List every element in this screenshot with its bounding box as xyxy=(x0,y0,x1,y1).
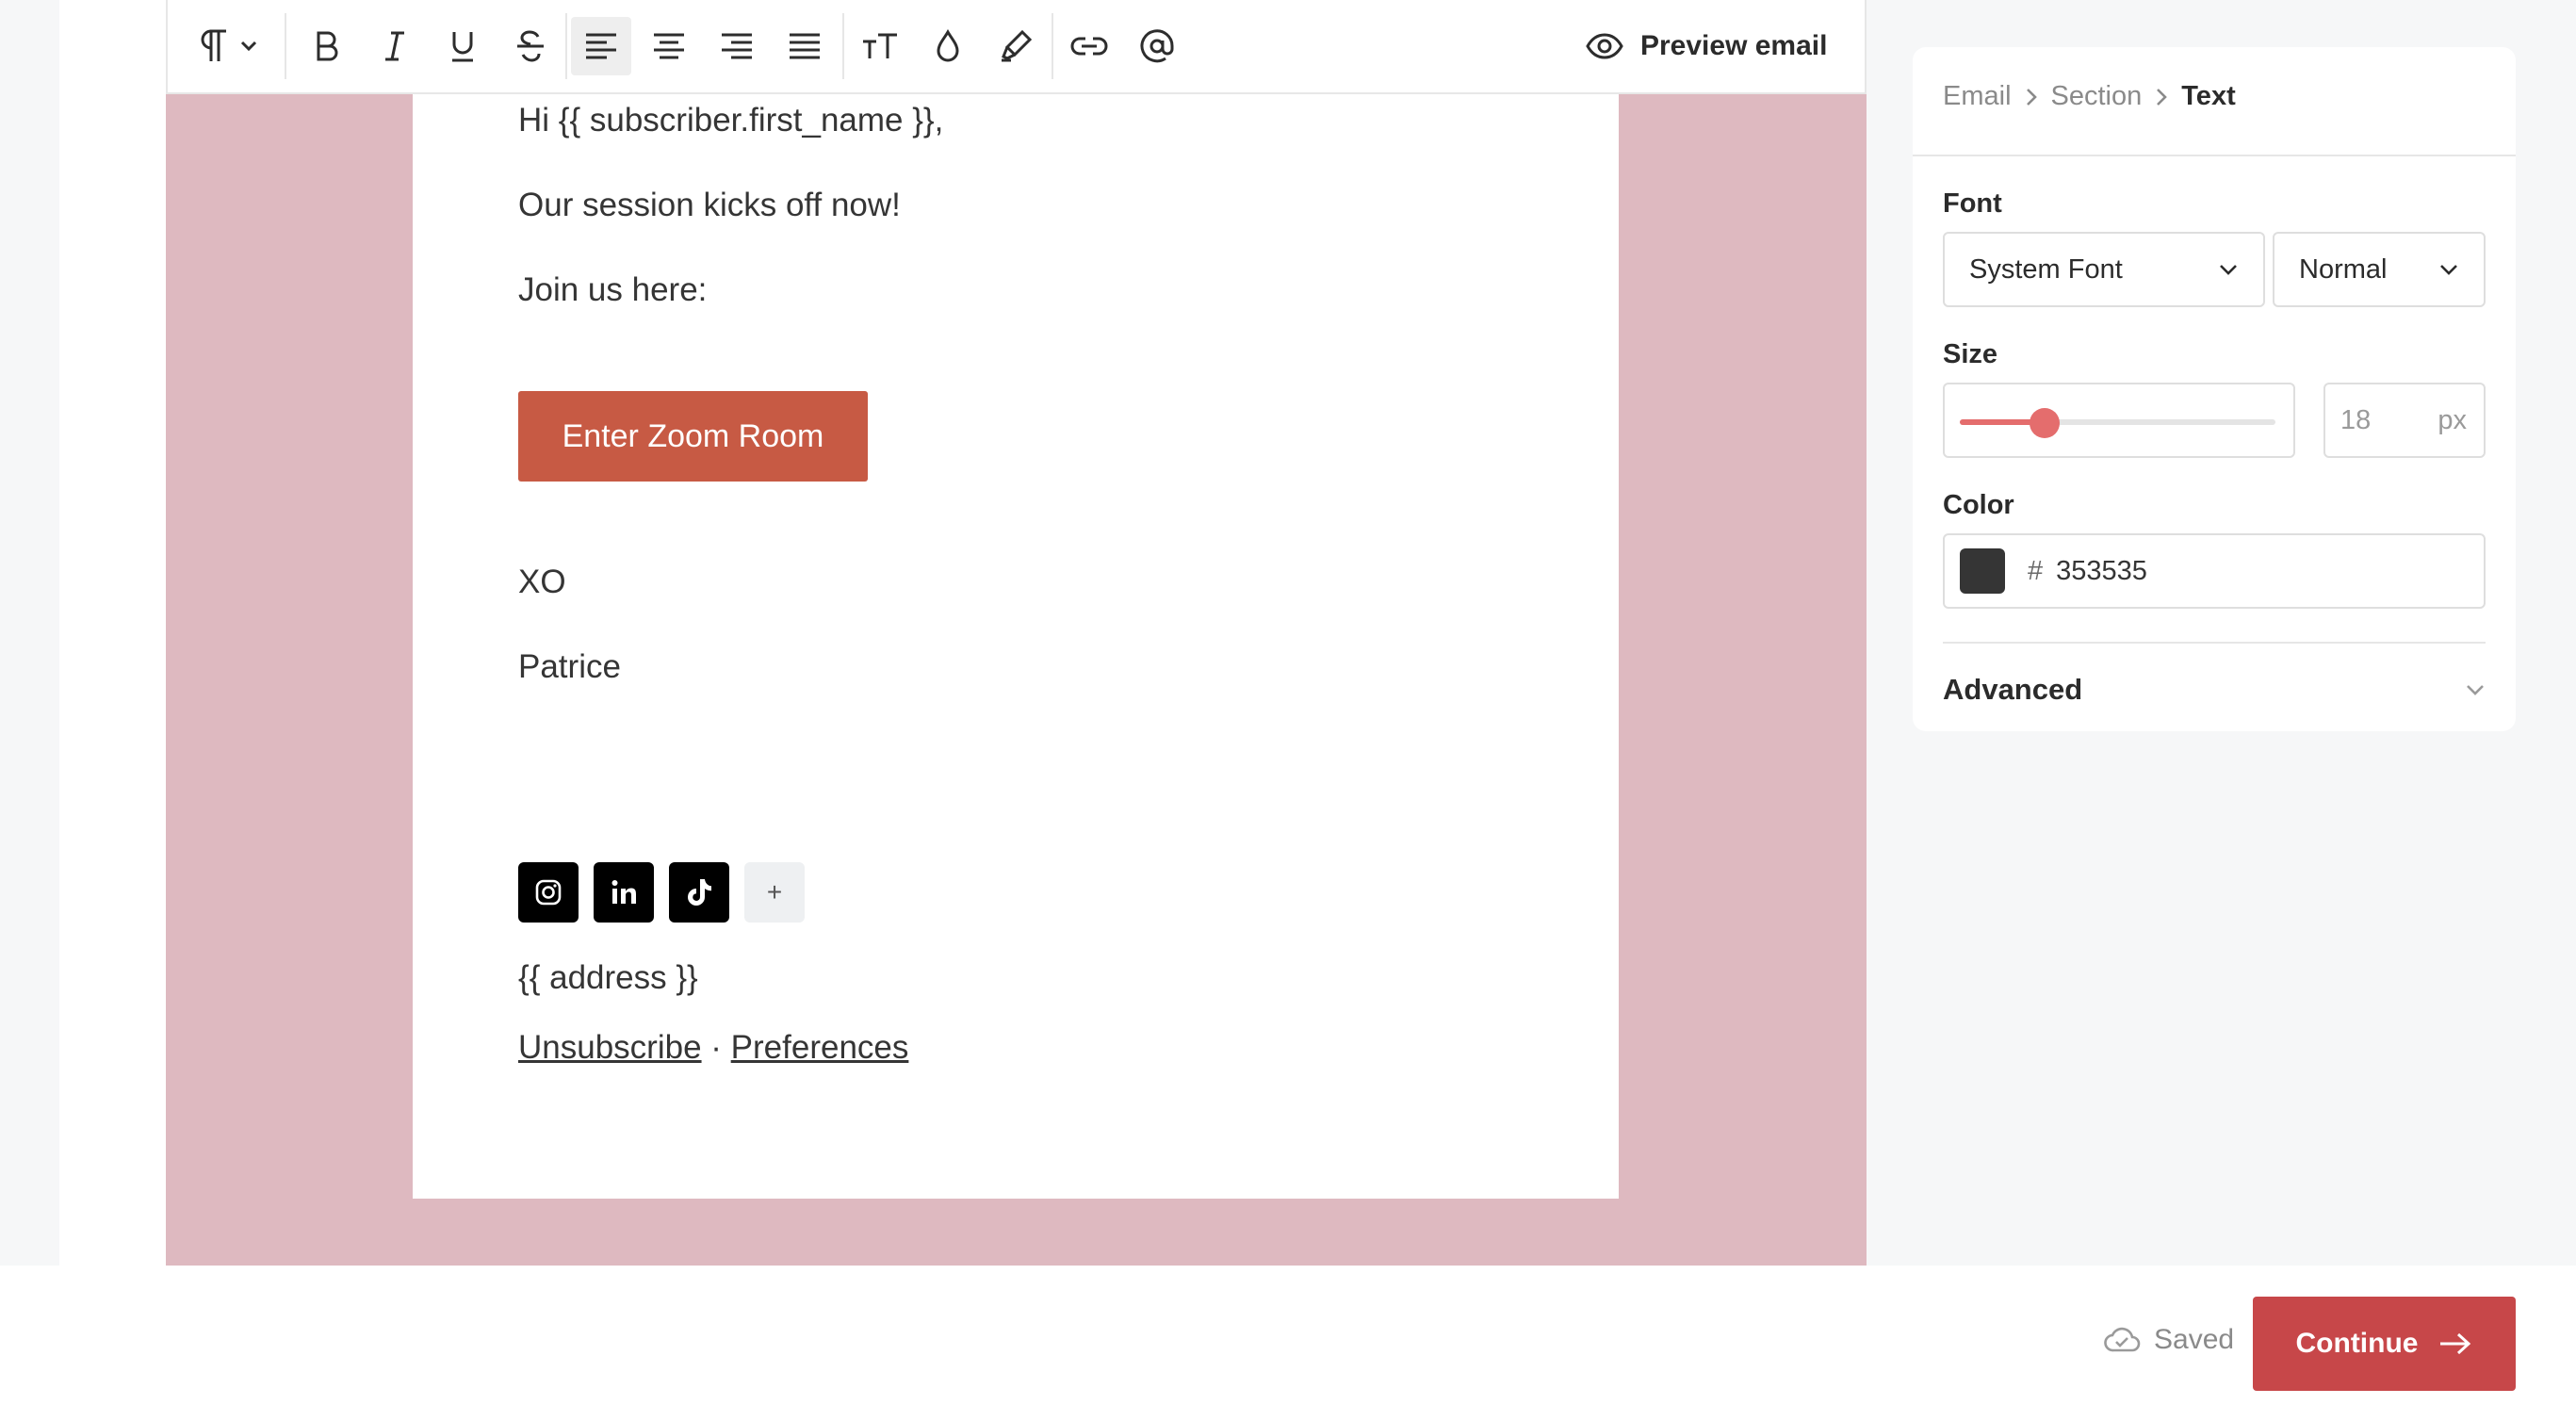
bold-button[interactable] xyxy=(298,17,356,75)
email-signature[interactable]: Patrice xyxy=(518,648,621,686)
editor-column: Preview email Hi {{ subscriber.first_nam… xyxy=(59,0,1867,1266)
unsubscribe-link[interactable]: Unsubscribe xyxy=(518,1029,702,1066)
mention-button[interactable] xyxy=(1127,17,1187,75)
underline-button[interactable] xyxy=(433,17,492,75)
text-size-button[interactable] xyxy=(850,17,910,75)
size-unit: px xyxy=(2437,404,2467,435)
email-address-placeholder[interactable]: {{ address }} xyxy=(518,959,698,997)
email-footer-links: Unsubscribe · Preferences xyxy=(518,1029,908,1067)
tiktok-icon xyxy=(685,877,713,907)
email-line-session[interactable]: Our session kicks off now! xyxy=(518,187,901,224)
text-size-icon xyxy=(861,32,899,60)
toolbar-divider xyxy=(1052,13,1053,79)
paragraph-icon xyxy=(198,27,230,65)
arrow-right-icon xyxy=(2438,1331,2472,1356)
add-social-link-button[interactable]: + xyxy=(744,862,805,923)
tiktok-social-link[interactable] xyxy=(669,862,729,923)
email-signoff[interactable]: XO xyxy=(518,564,566,601)
cloud-check-icon xyxy=(2103,1326,2141,1354)
email-greeting[interactable]: Hi {{ subscriber.first_name }}, xyxy=(518,102,943,139)
chevron-down-icon xyxy=(239,40,258,53)
preview-email-label: Preview email xyxy=(1640,30,1828,61)
font-weight-select[interactable]: Normal xyxy=(2273,232,2486,307)
panel-divider xyxy=(1913,155,2516,156)
color-input[interactable]: # 353535 xyxy=(1943,533,2486,609)
eye-icon xyxy=(1586,32,1623,60)
toolbar-divider xyxy=(842,13,844,79)
align-center-button[interactable] xyxy=(639,17,699,75)
email-line-join[interactable]: Join us here: xyxy=(518,271,707,309)
align-right-icon xyxy=(720,32,754,60)
strikethrough-icon xyxy=(515,29,546,63)
panel-divider xyxy=(1943,642,2486,644)
size-value: 18 xyxy=(2340,404,2372,435)
link-button[interactable] xyxy=(1059,17,1119,75)
text-color-button[interactable] xyxy=(918,17,978,75)
link-icon xyxy=(1070,35,1108,57)
color-label: Color xyxy=(1943,490,2014,520)
at-sign-icon xyxy=(1139,28,1175,64)
underline-icon xyxy=(448,29,477,63)
chevron-down-icon xyxy=(2218,263,2239,276)
align-left-icon xyxy=(584,32,618,60)
align-left-button[interactable] xyxy=(571,17,631,75)
highlight-button[interactable] xyxy=(986,17,1046,75)
breadcrumb-text: Text xyxy=(2181,81,2236,111)
chevron-right-icon xyxy=(2155,87,2168,107)
advanced-section-toggle[interactable]: Advanced xyxy=(1943,669,2486,710)
font-weight-value: Normal xyxy=(2299,253,2388,285)
droplet-icon xyxy=(934,29,962,63)
instagram-social-link[interactable] xyxy=(518,862,579,923)
toolbar-divider xyxy=(285,13,286,79)
size-slider-thumb[interactable] xyxy=(2030,408,2061,438)
save-status: Saved xyxy=(2103,1324,2234,1356)
continue-label: Continue xyxy=(2295,1328,2419,1359)
linkedin-social-link[interactable] xyxy=(594,862,654,923)
formatting-toolbar: Preview email xyxy=(166,0,1867,94)
size-input[interactable]: 18 px xyxy=(2323,383,2486,458)
footer-bar: Saved Continue xyxy=(0,1266,2576,1421)
align-right-button[interactable] xyxy=(707,17,767,75)
text-properties-panel: Email Section Text Font System Font Norm… xyxy=(1913,47,2516,731)
align-justify-icon xyxy=(788,32,822,60)
chevron-down-icon xyxy=(2438,263,2459,276)
font-label: Font xyxy=(1943,188,2002,219)
breadcrumb-section[interactable]: Section xyxy=(2051,81,2143,112)
italic-icon xyxy=(382,30,408,62)
link-separator: · xyxy=(710,1029,722,1066)
preferences-link[interactable]: Preferences xyxy=(731,1029,909,1066)
bold-icon xyxy=(314,30,340,62)
size-label: Size xyxy=(1943,339,1998,369)
instagram-icon xyxy=(534,878,562,906)
paragraph-style-dropdown[interactable] xyxy=(181,17,275,75)
color-hex-value: 353535 xyxy=(2056,555,2147,586)
email-content-block[interactable]: Hi {{ subscriber.first_name }}, Our sess… xyxy=(413,94,1619,1199)
size-slider-track xyxy=(1960,419,2275,425)
size-slider[interactable] xyxy=(1943,383,2295,458)
advanced-label: Advanced xyxy=(1943,673,2083,706)
chevron-down-icon xyxy=(2465,683,2486,696)
breadcrumb-email[interactable]: Email xyxy=(1943,81,2012,112)
italic-button[interactable] xyxy=(366,17,424,75)
highlighter-icon xyxy=(998,28,1034,64)
font-family-value: System Font xyxy=(1969,253,2123,285)
toolbar-divider xyxy=(565,13,567,79)
chevron-right-icon xyxy=(2025,87,2038,107)
color-hash: # xyxy=(2028,555,2044,586)
continue-button[interactable]: Continue xyxy=(2253,1297,2516,1391)
saved-label: Saved xyxy=(2154,1324,2235,1355)
font-family-select[interactable]: System Font xyxy=(1943,232,2265,307)
align-justify-button[interactable] xyxy=(774,17,835,75)
color-swatch[interactable] xyxy=(1960,548,2005,594)
linkedin-icon xyxy=(610,878,638,906)
strikethrough-button[interactable] xyxy=(501,17,560,75)
align-center-icon xyxy=(652,32,686,60)
breadcrumb: Email Section Text xyxy=(1943,81,2236,112)
enter-zoom-room-button[interactable]: Enter Zoom Room xyxy=(518,391,868,482)
preview-email-button[interactable]: Preview email xyxy=(1586,17,1827,75)
